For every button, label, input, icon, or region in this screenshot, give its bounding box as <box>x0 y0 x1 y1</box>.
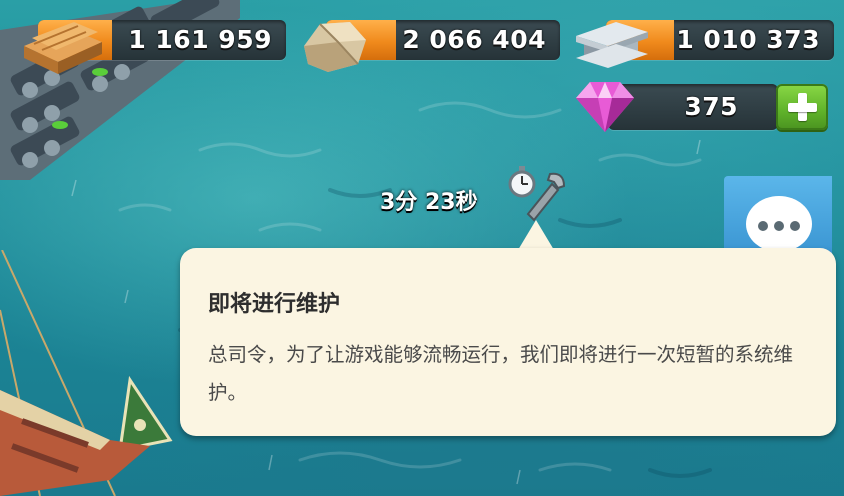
diamond-icon <box>576 82 634 132</box>
stone-amount: 2 066 404 <box>402 25 546 54</box>
sailboat[interactable] <box>0 250 190 496</box>
iron-amount: 1 010 373 <box>676 25 820 54</box>
stone-icon <box>304 22 366 72</box>
tooltip-message: 总司令，为了让游戏能够流畅运行，我们即将进行一次短暂的系统维护。 <box>208 343 794 404</box>
diamond-amount: 375 <box>684 92 738 121</box>
tooltip-pointer <box>518 220 554 250</box>
tooltip-title: 即将进行维护 <box>208 292 341 317</box>
wood-planks-icon <box>24 22 102 74</box>
chat-button[interactable] <box>724 176 832 256</box>
chat-bubble-icon <box>746 196 812 252</box>
wood-amount: 1 161 959 <box>128 25 272 54</box>
iron-ingot-icon <box>576 22 648 68</box>
maintenance-tooltip: 即将进行维护 总司令，为了让游戏能够流畅运行，我们即将进行一次短暂的系统维护。 <box>180 248 836 436</box>
wrench-icon <box>526 172 566 222</box>
maintenance-timer: 3分 23秒 <box>380 190 478 215</box>
add-diamonds-button[interactable] <box>776 84 828 130</box>
